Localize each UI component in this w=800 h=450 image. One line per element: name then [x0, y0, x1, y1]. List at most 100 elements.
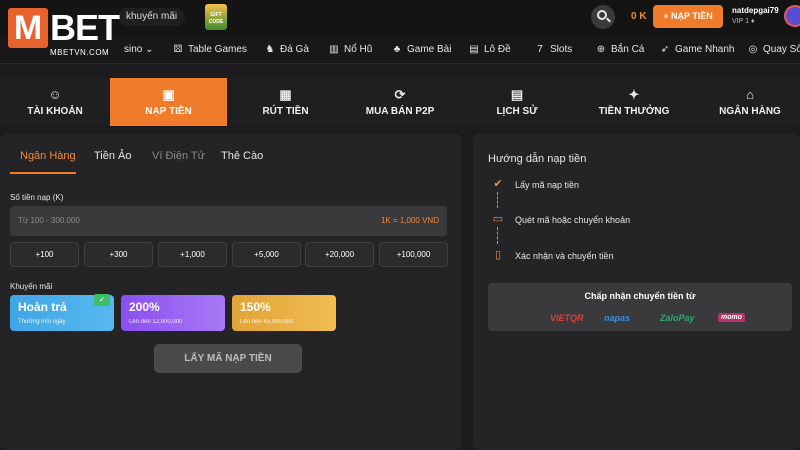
tab-account[interactable]: ☺ TÀI KHOẢN: [0, 78, 110, 126]
nav-table-games[interactable]: ⚄ Table Games: [173, 36, 247, 64]
vietqr-logo: VIETQR: [550, 313, 584, 323]
avatar[interactable]: [784, 5, 800, 27]
guide-step: Quét mã hoặc chuyển khoản: [515, 215, 631, 225]
nav-game-bai[interactable]: ♣ Game Bài: [392, 36, 452, 64]
deposit-form-panel: [0, 134, 462, 450]
amount-input[interactable]: Từ 100 - 300.000 1K = 1,000 VND: [10, 206, 447, 236]
nav-da-ga[interactable]: ♞ Đá Gà: [265, 36, 309, 64]
nav-label: Lô Đề: [484, 44, 511, 55]
seven-icon: 7: [537, 44, 543, 55]
napas-logo: napas: [604, 313, 631, 323]
rocket-icon: ➶: [660, 44, 670, 55]
nav-label: Game Nhanh: [675, 44, 735, 55]
method-tab-bank[interactable]: Ngân Hàng: [20, 150, 76, 162]
promo-link[interactable]: khuyến mãi: [118, 8, 186, 26]
promotion-label: Khuyến mãi: [10, 282, 53, 291]
nav-label: Slots: [550, 44, 573, 55]
guide-title: Hướng dẫn nạp tiền: [488, 153, 587, 165]
quick-amount-chip[interactable]: +100,000: [379, 242, 448, 267]
tab-label: TIỀN THƯỞNG: [598, 106, 670, 117]
promo-card-200[interactable]: 200% Lên đến 12,000,000: [121, 295, 225, 331]
promo-title: 200%: [129, 300, 160, 314]
check-icon: ✓: [94, 294, 110, 306]
promo-title: Hoàn trả: [18, 300, 67, 314]
method-tab-crypto[interactable]: Tiền Ảo: [94, 150, 132, 162]
method-tab-card[interactable]: Thẻ Cào: [221, 150, 263, 162]
logo-domain: MBETVN.COM: [50, 48, 110, 57]
nav-casino[interactable]: sino ⌄: [124, 36, 154, 64]
exchange-icon: ⟳: [394, 87, 406, 102]
momo-logo: momo: [718, 313, 745, 322]
guide-step: Lấy mã nạp tiền: [515, 180, 580, 190]
tab-history[interactable]: ▤ LỊCH SỬ: [456, 78, 578, 126]
nav-label: Table Games: [188, 44, 247, 55]
nav-quay-so[interactable]: ◎ Quay Số: [748, 36, 800, 64]
nav-label: Nổ Hũ: [344, 44, 373, 55]
tab-withdraw[interactable]: ▦ RÚT TIỀN: [227, 78, 344, 126]
wheel-icon: ◎: [748, 44, 758, 55]
dice-icon: ⚄: [173, 44, 183, 55]
phone-icon: ▯: [494, 249, 502, 261]
promo-subtitle: Lên đến 45,000,000: [240, 319, 294, 325]
quick-amount-chip[interactable]: +20,000: [305, 242, 374, 267]
tab-label: RÚT TIỀN: [262, 106, 309, 117]
get-deposit-code-button[interactable]: LẤY MÃ NẠP TIỀN: [154, 344, 302, 373]
zalopay-logo: ZaloPay: [660, 313, 695, 323]
promo-title: 150%: [240, 300, 271, 314]
lottery-icon: ▤: [469, 44, 479, 55]
logo-text: BET: [50, 7, 120, 48]
amount-placeholder: Từ 100 - 300.000: [18, 216, 80, 225]
quick-amount-chip[interactable]: +1,000: [158, 242, 227, 267]
tab-bank[interactable]: ⌂ NGÂN HÀNG: [700, 78, 800, 126]
logo-mark: M: [8, 8, 48, 48]
promo-subtitle: Lên đến 12,000,000: [129, 319, 183, 325]
nav-no-hu[interactable]: ▥ Nổ Hũ: [329, 36, 372, 64]
quick-amount-chip[interactable]: +5,000: [232, 242, 301, 267]
bank-icon: ⌂: [746, 87, 754, 102]
user-icon: ☺: [48, 87, 62, 102]
nav-lo-de[interactable]: ▤ Lô Đề: [469, 36, 511, 64]
account-tabs: ☺ TÀI KHOẢN ▣ NẠP TIỀN ▦ RÚT TIỀN ⟳ MUA BÁN …: [0, 78, 800, 126]
quick-amount-chip[interactable]: +300: [84, 242, 153, 267]
nav-label: Bắn Cá: [611, 44, 645, 55]
gift-icon: ✦: [628, 87, 640, 102]
header-deposit-button[interactable]: + NẠP TIỀN: [653, 5, 723, 28]
game-nav: sino ⌄ ⚄ Table Games ♞ Đá Gà ▥ Nổ Hũ ♣ Game …: [0, 36, 800, 64]
nav-label: Đá Gà: [280, 44, 309, 55]
club-icon: ♣: [393, 44, 401, 55]
promo-card-150[interactable]: 150% Lên đến 45,000,000: [232, 295, 336, 331]
balance-display: 0 K: [631, 11, 647, 22]
tab-deposit[interactable]: ▣ NẠP TIỀN: [110, 78, 227, 126]
tab-label: MUA BÁN P2P: [365, 106, 435, 117]
slot-icon: ▥: [329, 44, 339, 55]
search-button[interactable]: [591, 5, 615, 29]
tab-label: LỊCH SỬ: [496, 106, 538, 117]
tab-p2p[interactable]: ⟳ MUA BÁN P2P: [344, 78, 456, 126]
nav-label: Game Bài: [407, 44, 452, 55]
history-icon: ▤: [510, 87, 524, 102]
nav-slots[interactable]: 7 Slots: [535, 36, 572, 64]
tab-label: NGÂN HÀNG: [719, 106, 781, 117]
target-icon: ⊕: [596, 44, 606, 55]
guide-step: Xác nhận và chuyển tiền: [515, 251, 614, 261]
nav-game-nhanh[interactable]: ➶ Game Nhanh: [660, 36, 735, 64]
tab-label: NẠP TIỀN: [145, 106, 192, 117]
quick-amount-chip[interactable]: +100: [10, 242, 79, 267]
gift-code-icon[interactable]: GIFT CODE: [205, 4, 227, 30]
username[interactable]: natdepgai79: [732, 6, 779, 15]
nav-label: sino ⌄: [124, 44, 154, 55]
cash-icon: ▦: [279, 87, 292, 102]
scan-icon: ▭: [492, 213, 504, 225]
wallet-icon: ▣: [162, 87, 175, 102]
nav-ban-ca[interactable]: ⊕ Bắn Cá: [596, 36, 645, 64]
brand-logo[interactable]: M BET MBETVN.COM: [8, 8, 120, 64]
tab-bonus[interactable]: ✦ TIỀN THƯỞNG: [578, 78, 690, 126]
method-tab-ewallet[interactable]: Ví Điện Tử: [152, 150, 205, 162]
nav-label: Quay Số: [763, 44, 800, 55]
accepted-title: Chấp nhận chuyển tiền từ: [584, 291, 696, 301]
promo-subtitle: Thưởng mỗi ngày: [18, 319, 66, 325]
active-tab-indicator: [10, 172, 76, 174]
clipboard-icon: ✔: [493, 178, 503, 190]
vip-level: VIP 1 ♦: [732, 18, 755, 25]
promo-card-cashback[interactable]: Hoàn trả Thưởng mỗi ngày ✓: [10, 294, 114, 331]
